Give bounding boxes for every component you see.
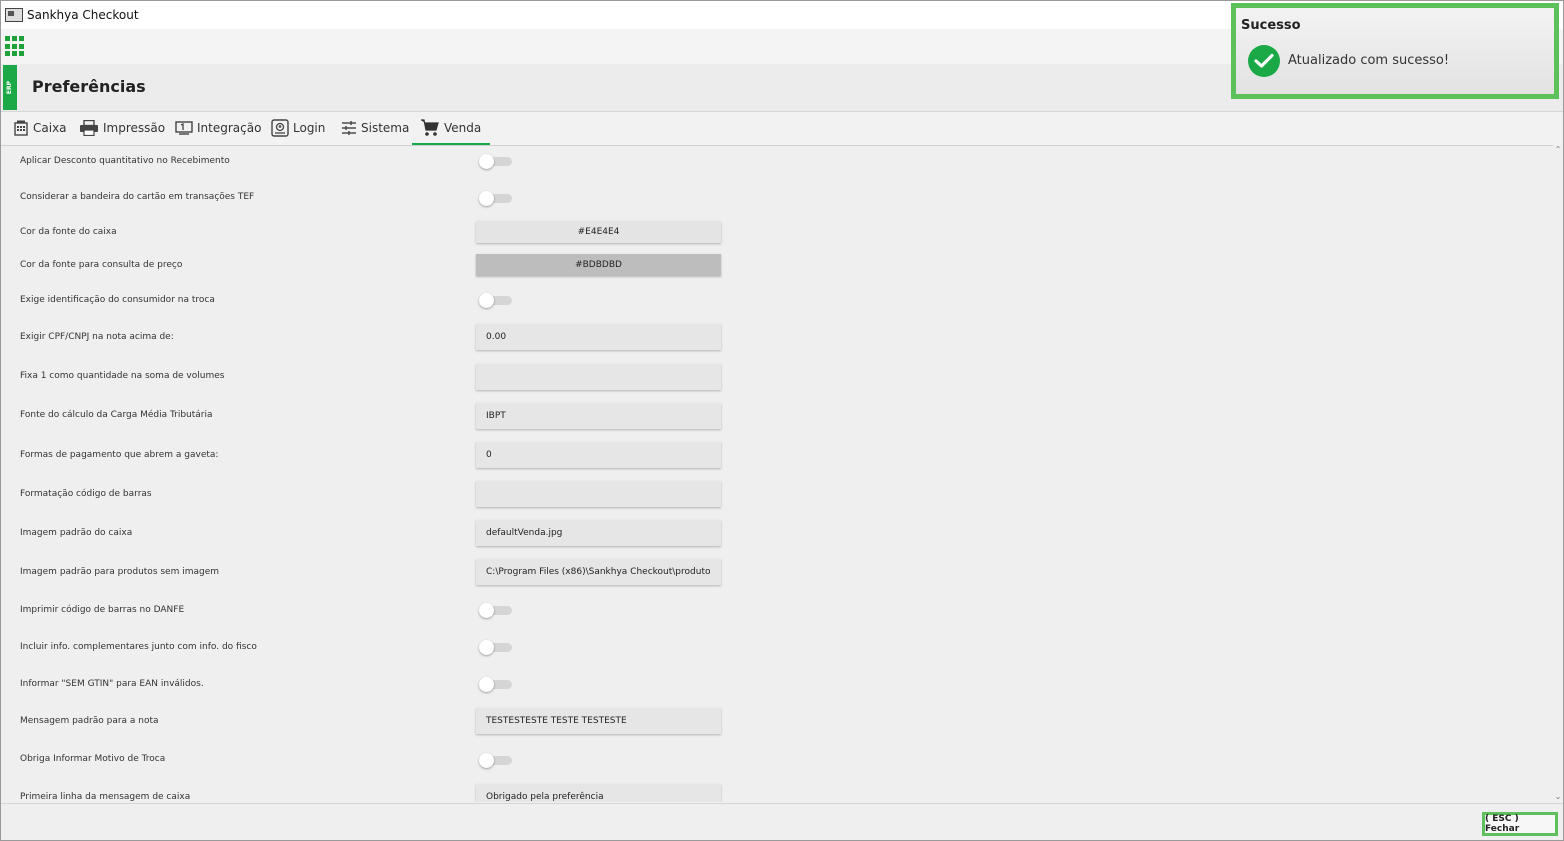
text-field[interactable]: IBPT xyxy=(476,403,721,429)
tab-venda[interactable]: Venda xyxy=(412,112,491,145)
preferences-list: Aplicar Desconto quantitativo no Recebim… xyxy=(1,145,1554,802)
text-field[interactable]: Obrigado pela preferência xyxy=(476,784,721,802)
pref-label: Formatação código de barras xyxy=(20,489,152,499)
toast-title: Sucesso xyxy=(1241,18,1301,33)
pref-toggle[interactable] xyxy=(479,677,512,692)
pref-label: Imagem padrão do caixa xyxy=(20,528,133,538)
pref-label: Mensagem padrão para a nota xyxy=(20,716,159,726)
apps-grid-icon[interactable] xyxy=(5,36,26,57)
text-field[interactable]: TESTESTESTE TESTE TESTESTE xyxy=(476,708,721,734)
check-circle-icon xyxy=(1248,45,1280,77)
tab-login[interactable]: Login xyxy=(271,112,325,144)
pref-label: Obriga Informar Motivo de Troca xyxy=(20,754,166,764)
text-field[interactable]: 0.00 xyxy=(476,324,721,350)
pref-label: Formas de pagamento que abrem a gaveta: xyxy=(20,450,219,460)
footer-bar: ( ESC ) Fechar xyxy=(1,803,1563,840)
text-field[interactable]: C:\Program Files (x86)\Sankhya Checkout\… xyxy=(476,559,721,585)
color-picker-field[interactable]: #BDBDBD xyxy=(476,254,721,276)
pref-label: Primeira linha da mensagem de caixa xyxy=(20,792,191,802)
text-field[interactable] xyxy=(476,364,721,390)
tab-sistema[interactable]: Sistema xyxy=(341,112,409,144)
app-window: Sankhya Checkout ERP Preferências Caixa … xyxy=(0,0,1564,841)
sliders-icon xyxy=(341,120,357,136)
cart-icon xyxy=(420,118,440,136)
printer-icon xyxy=(79,120,99,136)
tab-label: Integração xyxy=(197,121,262,135)
cash-register-icon xyxy=(13,120,29,136)
integration-icon xyxy=(175,120,193,136)
toast-message: Atualizado com sucesso! xyxy=(1288,53,1450,68)
text-field[interactable]: defaultVenda.jpg xyxy=(476,520,721,546)
login-badge-icon xyxy=(271,119,289,137)
app-window-icon xyxy=(5,8,23,22)
tab-bar: Caixa Impressão Integração Login Sistema xyxy=(1,111,1563,146)
pref-toggle[interactable] xyxy=(479,640,512,655)
page-title: Preferências xyxy=(32,77,146,96)
pref-toggle[interactable] xyxy=(479,293,512,308)
scroll-down-icon[interactable]: ⌄ xyxy=(1553,792,1563,802)
text-field[interactable] xyxy=(476,481,721,507)
tab-label: Caixa xyxy=(33,121,67,135)
text-field[interactable]: 0 xyxy=(476,442,721,468)
pref-label: Incluir info. complementares junto com i… xyxy=(20,642,257,652)
pref-toggle[interactable] xyxy=(479,753,512,768)
erp-badge: ERP xyxy=(3,65,17,110)
pref-label: Considerar a bandeira do cartão em trans… xyxy=(20,192,255,202)
pref-toggle[interactable] xyxy=(479,603,512,618)
color-picker-field[interactable]: #E4E4E4 xyxy=(476,221,721,243)
window-title: Sankhya Checkout xyxy=(27,8,139,22)
pref-label: Fonte do cálculo da Carga Média Tributár… xyxy=(20,410,213,420)
pref-label: Informar "SEM GTIN" para EAN inválidos. xyxy=(20,679,204,689)
pref-label: Exigir CPF/CNPJ na nota acima de: xyxy=(20,332,174,342)
close-button[interactable]: ( ESC ) Fechar xyxy=(1482,812,1558,836)
tab-label: Login xyxy=(293,121,326,135)
tab-impressao[interactable]: Impressão xyxy=(79,112,165,144)
pref-label: Exige identificação do consumidor na tro… xyxy=(20,295,215,305)
tab-label: Venda xyxy=(444,120,482,135)
pref-toggle[interactable] xyxy=(479,191,512,206)
pref-label: Cor da fonte para consulta de preço xyxy=(20,260,183,270)
pref-label: Imagem padrão para produtos sem imagem xyxy=(20,567,220,577)
vertical-scrollbar[interactable]: ⌃ ⌄ xyxy=(1553,145,1563,802)
pref-label: Fixa 1 como quantidade na soma de volume… xyxy=(20,371,225,381)
tab-label: Impressão xyxy=(103,121,166,135)
pref-label: Aplicar Desconto quantitativo no Recebim… xyxy=(20,156,230,166)
scroll-up-icon[interactable]: ⌃ xyxy=(1553,145,1563,155)
tab-integracao[interactable]: Integração xyxy=(175,112,261,144)
pref-label: Cor da fonte do caixa xyxy=(20,227,117,237)
pref-toggle[interactable] xyxy=(479,154,512,169)
tab-caixa[interactable]: Caixa xyxy=(13,112,67,144)
tab-label: Sistema xyxy=(361,121,410,135)
pref-label: Imprimir código de barras no DANFE xyxy=(20,605,185,615)
success-toast: Sucesso Atualizado com sucesso! xyxy=(1231,3,1559,99)
